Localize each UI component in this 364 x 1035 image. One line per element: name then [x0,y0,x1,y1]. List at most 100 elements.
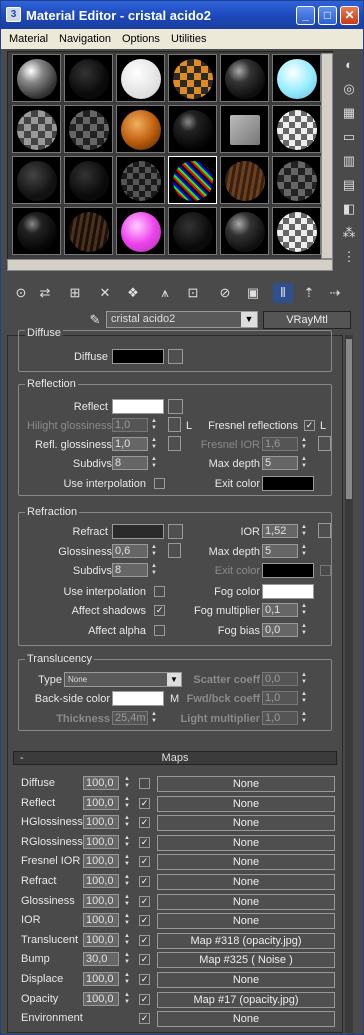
map-amount-arrows[interactable]: ▲ ▼ [123,913,131,927]
menu-material[interactable]: Material [9,33,48,45]
sample-slot[interactable] [272,54,321,102]
refr-subdivs-spinner[interactable]: 8 [112,563,148,577]
map-amount-arrows[interactable]: ▲ ▼ [123,835,131,849]
glossiness-arrows[interactable]: ▲ ▼ [150,544,158,558]
map-amount-spinner[interactable]: 100,0 [83,992,119,1006]
map-slot-button[interactable]: None [157,776,335,792]
map-enable-checkbox[interactable] [139,778,150,789]
map-amount-spinner[interactable]: 100,0 [83,913,119,927]
map-slot-button[interactable]: None [157,796,335,812]
fresnel-ior-spinner[interactable]: 1,6 [262,437,298,451]
sample-slot[interactable] [220,156,269,204]
fresnel-lock-label[interactable]: L [320,420,326,432]
sample-slot[interactable] [64,105,113,153]
map-amount-spinner[interactable]: 100,0 [83,933,119,947]
sample-slot[interactable] [64,156,113,204]
map-amount-arrows[interactable]: ▲ ▼ [123,952,131,966]
map-amount-arrows[interactable]: ▲ ▼ [123,933,131,947]
map-slot-button[interactable]: None [157,972,335,988]
sample-slot[interactable] [220,54,269,102]
sample-slot[interactable] [116,156,165,204]
show-end-result-icon[interactable]: ⫴ [273,283,293,303]
map-slot-button[interactable]: None [157,835,335,851]
glossiness-spinner[interactable]: 0,6 [112,544,148,558]
back-side-map-label[interactable]: M [170,693,179,705]
map-amount-arrows[interactable]: ▲ ▼ [123,874,131,888]
refl-glossiness-arrows[interactable]: ▲ ▼ [150,437,158,451]
show-map-icon[interactable]: ▣ [243,283,263,303]
sample-slot[interactable] [12,207,61,255]
sample-slot[interactable] [272,105,321,153]
map-enable-checkbox[interactable]: ✓ [139,1013,150,1024]
fresnel-ior-arrows[interactable]: ▲ ▼ [300,437,308,451]
reflect-map-button[interactable] [168,399,183,414]
map-amount-arrows[interactable]: ▲ ▼ [123,972,131,986]
sample-type-icon[interactable]: ◐ [339,55,359,75]
refl-glossiness-map-button[interactable] [168,436,181,451]
video-color-icon[interactable]: ▥ [339,151,359,171]
menu-utilities[interactable]: Utilities [171,33,206,45]
map-slot-button[interactable]: None [157,815,335,831]
map-amount-spinner[interactable]: 30,0 [83,952,119,966]
map-enable-checkbox[interactable]: ✓ [139,896,150,907]
fog-bias-spinner[interactable]: 0,0 [262,623,298,637]
minimize-button[interactable]: _ [296,6,315,25]
map-amount-arrows[interactable]: ▲ ▼ [123,992,131,1006]
map-enable-checkbox[interactable]: ✓ [139,915,150,926]
options-icon[interactable]: ◧ [339,199,359,219]
affect-shadows-checkbox[interactable]: ✓ [154,605,165,616]
fwd-bck-coeff-spinner[interactable]: 1,0 [262,691,298,705]
sample-slot[interactable] [12,105,61,153]
sample-horizontal-scrollbar[interactable] [7,259,333,271]
map-amount-arrows[interactable]: ▲ ▼ [123,815,131,829]
refl-glossiness-spinner[interactable]: 1,0 [112,437,148,451]
map-amount-arrows[interactable]: ▲ ▼ [123,894,131,908]
maximize-button[interactable]: □ [318,6,337,25]
fog-color-swatch[interactable] [262,584,314,599]
sample-slot[interactable] [220,207,269,255]
map-amount-spinner[interactable]: 100,0 [83,776,119,790]
map-amount-spinner[interactable]: 100,0 [83,894,119,908]
refr-subdivs-arrows[interactable]: ▲ ▼ [150,563,158,577]
map-enable-checkbox[interactable]: ✓ [139,974,150,985]
fresnel-reflections-checkbox[interactable]: ✓ [304,420,315,431]
refl-subdivs-arrows[interactable]: ▲ ▼ [150,456,158,470]
light-multiplier-arrows[interactable]: ▲ ▼ [300,711,308,725]
sample-slot[interactable] [12,156,61,204]
maps-rollout-header[interactable]: - Maps [13,751,337,765]
refr-exit-color-checkbox[interactable] [320,565,331,576]
refl-interpolation-checkbox[interactable] [154,478,165,489]
map-amount-spinner[interactable]: 100,0 [83,854,119,868]
fwd-bck-coeff-arrows[interactable]: ▲ ▼ [300,691,308,705]
refl-subdivs-spinner[interactable]: 8 [112,456,148,470]
material-navigator-icon[interactable]: ⋮ [339,247,359,267]
close-button[interactable]: ✕ [340,6,359,25]
hilight-map-button[interactable] [168,417,181,432]
map-enable-checkbox[interactable]: ✓ [139,994,150,1005]
sample-slot[interactable] [64,54,113,102]
chevron-down-icon[interactable]: ▼ [241,312,257,327]
map-enable-checkbox[interactable]: ✓ [139,817,150,828]
refl-max-depth-arrows[interactable]: ▲ ▼ [300,456,308,470]
sample-slot[interactable] [116,207,165,255]
material-type-button[interactable]: VRayMtl [263,311,351,329]
map-amount-arrows[interactable]: ▲ ▼ [123,854,131,868]
fog-multiplier-arrows[interactable]: ▲ ▼ [300,603,308,617]
refl-max-depth-spinner[interactable]: 5 [262,456,298,470]
rollout-scrollbar-thumb[interactable] [346,339,352,499]
sample-slot[interactable] [220,105,269,153]
scatter-coeff-arrows[interactable]: ▲ ▼ [300,672,308,686]
map-slot-button[interactable]: Map #318 (opacity.jpg) [157,933,335,949]
hilight-spinner-arrows[interactable]: ▲ ▼ [150,418,158,432]
map-slot-button[interactable]: Map #17 (opacity.jpg) [157,992,335,1008]
assign-to-selection-icon[interactable]: ⊞ [65,283,85,303]
ior-spinner[interactable]: 1,52 [262,524,298,538]
uv-tiling-icon[interactable]: ▭ [339,127,359,147]
map-enable-checkbox[interactable]: ✓ [139,798,150,809]
refr-interpolation-checkbox[interactable] [154,586,165,597]
diffuse-map-button[interactable] [168,349,183,364]
map-slot-button[interactable]: Map #325 ( Noise ) [157,952,335,968]
ior-arrows[interactable]: ▲ ▼ [300,524,308,538]
map-slot-button[interactable]: None [157,1011,335,1027]
light-multiplier-spinner[interactable]: 1,0 [262,711,298,725]
